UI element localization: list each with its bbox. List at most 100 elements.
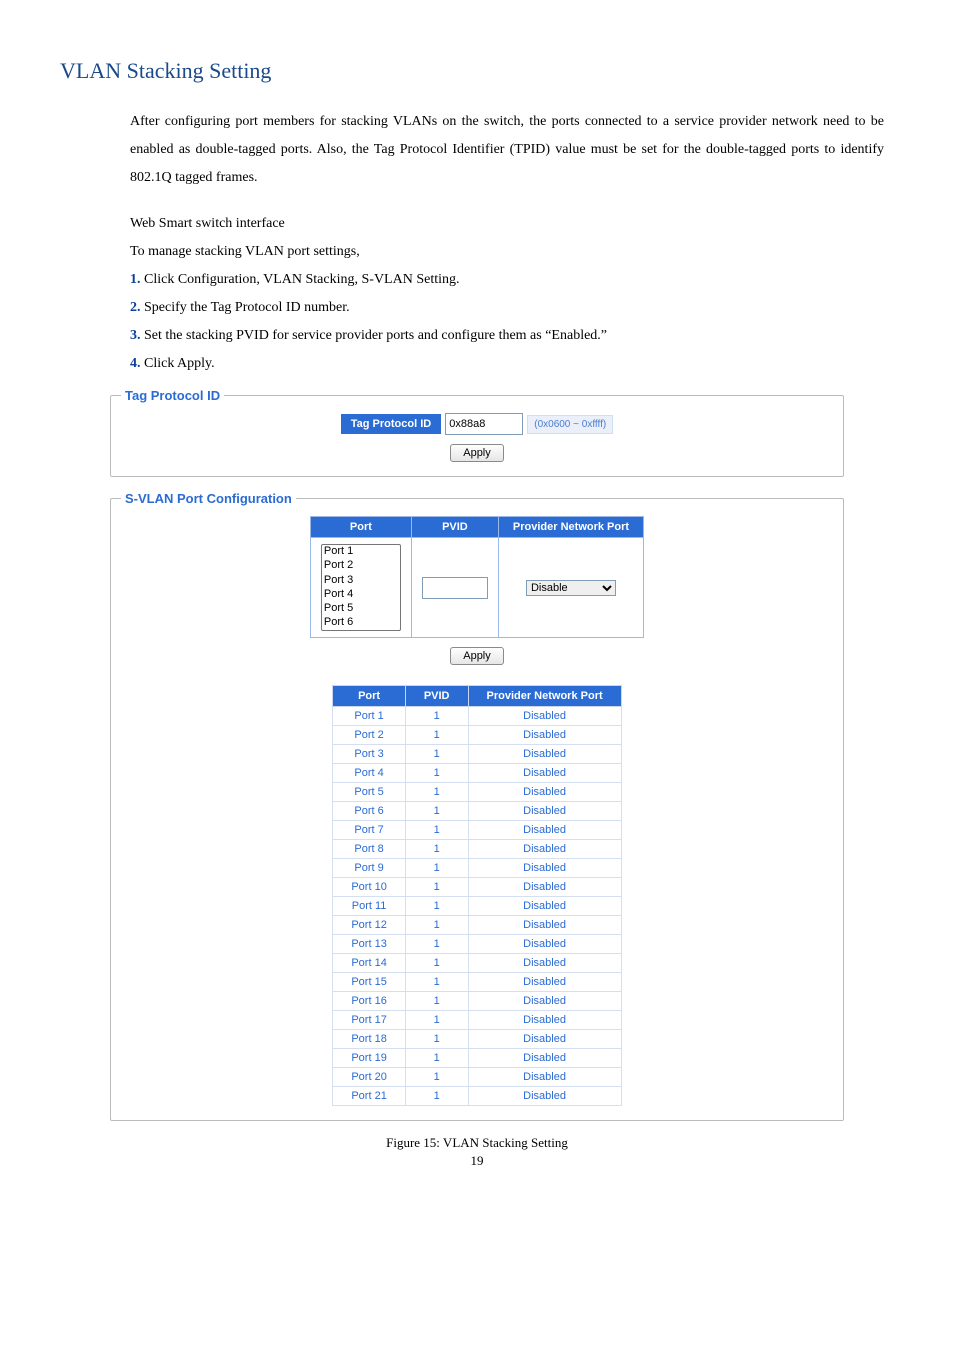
status-cell-pvid: 1	[405, 840, 468, 859]
tag-protocol-id-hint: (0x0600 ~ 0xffff)	[527, 415, 613, 434]
step-number: 3.	[130, 328, 141, 343]
table-row: Port 201Disabled	[333, 1068, 621, 1087]
table-row: Port 81Disabled	[333, 840, 621, 859]
status-cell-port: Port 20	[333, 1068, 405, 1087]
table-row: Port 21Disabled	[333, 726, 621, 745]
table-row: Port 151Disabled	[333, 973, 621, 992]
status-cell-pvid: 1	[405, 764, 468, 783]
status-cell-pnp: Disabled	[468, 1087, 621, 1106]
table-row: Port 131Disabled	[333, 935, 621, 954]
table-row: Port 161Disabled	[333, 992, 621, 1011]
status-cell-port: Port 21	[333, 1087, 405, 1106]
table-row: Port 191Disabled	[333, 1049, 621, 1068]
table-row: Port 51Disabled	[333, 783, 621, 802]
status-cell-port: Port 11	[333, 897, 405, 916]
step-line: 2. Specify the Tag Protocol ID number.	[130, 294, 894, 322]
status-cell-pvid: 1	[405, 1011, 468, 1030]
table-row: Port 31Disabled	[333, 745, 621, 764]
status-header-port: Port	[333, 686, 405, 707]
status-cell-pvid: 1	[405, 707, 468, 726]
status-cell-port: Port 10	[333, 878, 405, 897]
apply-button-cfg[interactable]: Apply	[450, 647, 504, 665]
svlan-config-table: Port PVID Provider Network Port Port 1Po…	[310, 516, 644, 638]
step-text: Set the stacking PVID for service provid…	[141, 328, 608, 343]
status-cell-port: Port 19	[333, 1049, 405, 1068]
status-cell-pvid: 1	[405, 745, 468, 764]
step-number: 1.	[130, 272, 141, 287]
status-cell-pvid: 1	[405, 1068, 468, 1087]
table-row: Port 101Disabled	[333, 878, 621, 897]
port-option[interactable]: Port 2	[322, 559, 400, 573]
status-cell-port: Port 15	[333, 973, 405, 992]
step-number: 4.	[130, 356, 141, 371]
tag-protocol-id-fieldset: Tag Protocol ID Tag Protocol ID (0x0600 …	[110, 388, 844, 477]
svlan-port-config-fieldset: S-VLAN Port Configuration Port PVID Prov…	[110, 491, 844, 1121]
port-option[interactable]: Port 4	[322, 588, 400, 602]
table-row: Port 181Disabled	[333, 1030, 621, 1049]
step-text: Click Apply.	[141, 356, 215, 371]
intro-line-2: Web Smart switch interface	[130, 210, 894, 238]
apply-button-tpid[interactable]: Apply	[450, 444, 504, 462]
port-option[interactable]: Port 6	[322, 616, 400, 630]
provider-network-port-select[interactable]: Disable	[526, 580, 616, 596]
cfg-header-pnp: Provider Network Port	[498, 517, 643, 538]
status-cell-pnp: Disabled	[468, 802, 621, 821]
status-cell-pnp: Disabled	[468, 726, 621, 745]
table-row: Port 41Disabled	[333, 764, 621, 783]
status-cell-pnp: Disabled	[468, 764, 621, 783]
table-row: Port 171Disabled	[333, 1011, 621, 1030]
port-option[interactable]: Port 5	[322, 602, 400, 616]
port-option[interactable]: Port 3	[322, 574, 400, 588]
status-cell-port: Port 6	[333, 802, 405, 821]
status-cell-port: Port 9	[333, 859, 405, 878]
tag-protocol-id-input[interactable]	[445, 413, 523, 435]
status-cell-pnp: Disabled	[468, 878, 621, 897]
status-cell-port: Port 18	[333, 1030, 405, 1049]
step-line: 4. Click Apply.	[130, 350, 894, 378]
port-listbox[interactable]: Port 1Port 2Port 3Port 4Port 5Port 6	[321, 544, 401, 631]
status-cell-pvid: 1	[405, 802, 468, 821]
status-cell-pvid: 1	[405, 935, 468, 954]
pvid-input[interactable]	[422, 577, 488, 599]
status-cell-pvid: 1	[405, 1087, 468, 1106]
step-line: 1. Click Configuration, VLAN Stacking, S…	[130, 266, 894, 294]
status-header-pvid: PVID	[405, 686, 468, 707]
status-cell-port: Port 16	[333, 992, 405, 1011]
table-row: Port 121Disabled	[333, 916, 621, 935]
intro-paragraph: After configuring port members for stack…	[130, 108, 884, 192]
status-cell-pnp: Disabled	[468, 1049, 621, 1068]
status-cell-pvid: 1	[405, 954, 468, 973]
status-cell-pnp: Disabled	[468, 745, 621, 764]
status-cell-pnp: Disabled	[468, 1030, 621, 1049]
status-cell-pnp: Disabled	[468, 859, 621, 878]
status-cell-pvid: 1	[405, 783, 468, 802]
status-cell-pvid: 1	[405, 992, 468, 1011]
status-cell-port: Port 17	[333, 1011, 405, 1030]
svlan-port-config-legend: S-VLAN Port Configuration	[121, 491, 296, 506]
table-row: Port 141Disabled	[333, 954, 621, 973]
status-cell-pvid: 1	[405, 859, 468, 878]
figure-caption: Figure 15: VLAN Stacking Setting	[60, 1135, 894, 1151]
status-cell-port: Port 3	[333, 745, 405, 764]
status-cell-port: Port 8	[333, 840, 405, 859]
status-cell-pnp: Disabled	[468, 783, 621, 802]
status-cell-pnp: Disabled	[468, 840, 621, 859]
table-row: Port 111Disabled	[333, 897, 621, 916]
status-cell-pvid: 1	[405, 878, 468, 897]
status-header-pnp: Provider Network Port	[468, 686, 621, 707]
step-line: 3. Set the stacking PVID for service pro…	[130, 322, 894, 350]
status-cell-port: Port 2	[333, 726, 405, 745]
cfg-header-port: Port	[310, 517, 411, 538]
table-row: Port 61Disabled	[333, 802, 621, 821]
status-cell-port: Port 14	[333, 954, 405, 973]
status-cell-pvid: 1	[405, 821, 468, 840]
status-cell-port: Port 4	[333, 764, 405, 783]
page-number: 19	[60, 1153, 894, 1169]
status-cell-pnp: Disabled	[468, 1068, 621, 1087]
status-cell-port: Port 5	[333, 783, 405, 802]
table-row: Port 71Disabled	[333, 821, 621, 840]
status-cell-port: Port 7	[333, 821, 405, 840]
status-cell-pnp: Disabled	[468, 821, 621, 840]
table-row: Port 11Disabled	[333, 707, 621, 726]
port-option[interactable]: Port 1	[322, 545, 400, 559]
